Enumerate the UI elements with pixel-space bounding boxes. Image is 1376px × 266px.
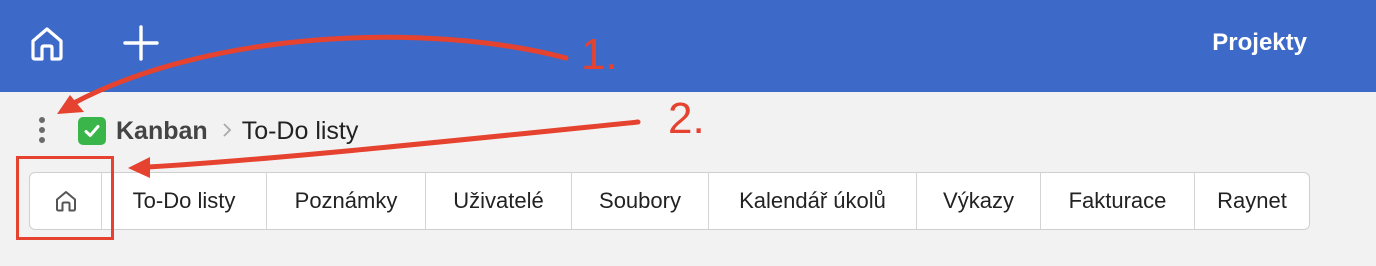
tab-raynet[interactable]: Raynet [1194,173,1309,229]
tab-todo-lists[interactable]: To-Do listy [101,173,266,229]
tab-task-calendar[interactable]: Kalendář úkolů [708,173,916,229]
arrow-1-head [57,95,84,114]
home-icon[interactable] [24,20,70,66]
kebab-menu-icon[interactable] [30,114,54,146]
annotation-label-2: 2. [668,94,705,143]
annotation-label-1: 1. [581,30,618,79]
top-bar: Projekty [0,0,1376,92]
tab-users[interactable]: Uživatelé [425,173,571,229]
breadcrumb: Kanban To-Do listy [78,114,358,148]
tab-home[interactable] [30,173,101,229]
check-mark-icon [78,117,106,145]
add-button[interactable] [118,20,164,66]
chevron-right-icon [222,118,232,144]
breadcrumb-current: To-Do listy [241,116,359,145]
tab-files[interactable]: Soubory [571,173,708,229]
projects-link[interactable]: Projekty [1212,29,1307,57]
breadcrumb-project[interactable]: Kanban [116,117,208,146]
tab-bar: To-Do listy Poznámky Uživatelé Soubory K… [29,172,1310,230]
plus-icon [123,25,159,61]
home-icon [55,191,76,212]
tab-invoicing[interactable]: Fakturace [1040,173,1194,229]
tab-reports[interactable]: Výkazy [916,173,1040,229]
tab-notes[interactable]: Poznámky [266,173,425,229]
